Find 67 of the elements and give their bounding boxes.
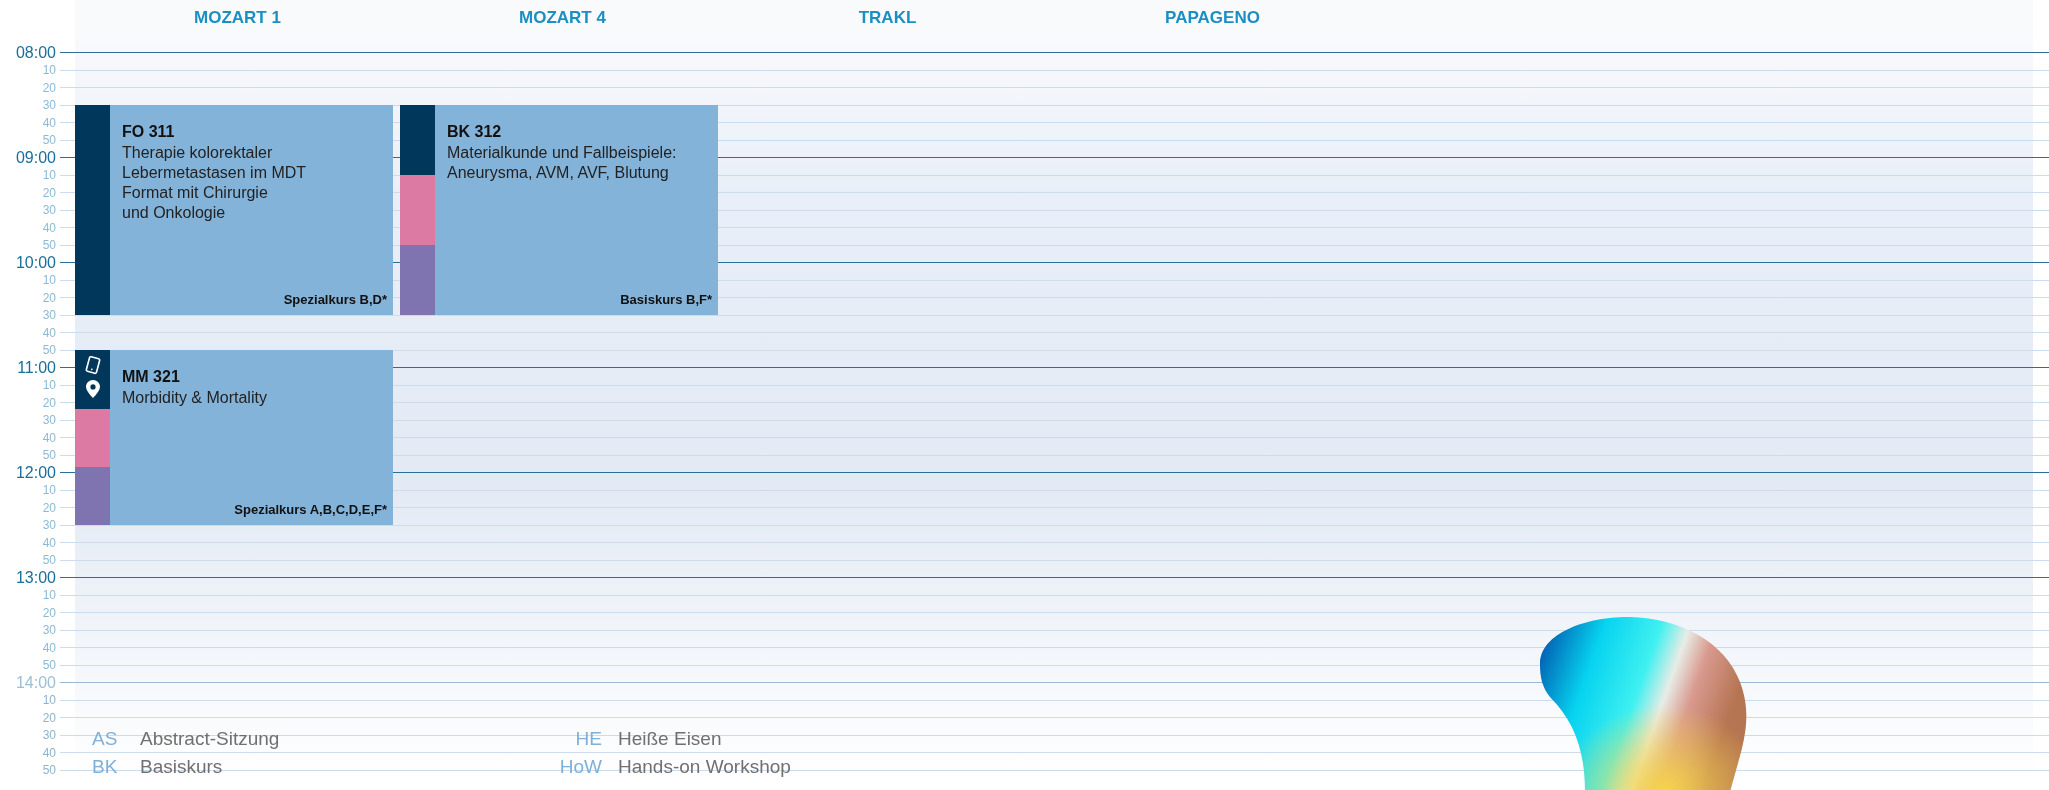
time-label: 50 xyxy=(41,659,57,672)
session-title: Therapie kolorektaler Lebermetastasen im MDT Format mit Chirurgie und Onkologie xyxy=(122,143,308,224)
time-label: 30 xyxy=(41,414,57,427)
room-heading: TRAKL xyxy=(857,7,918,29)
time-label: 30 xyxy=(41,204,57,217)
session-card[interactable]: FO 311 Therapie kolorektaler Lebermetastasen im MDT Format mit Chirurgie und Onkologie Spezialkurs B,D* xyxy=(75,105,393,316)
legend-label: Hands-on Workshop xyxy=(618,756,792,778)
room-heading: MOZART 1 xyxy=(193,7,282,29)
legend-label: Heiße Eisen xyxy=(618,728,723,750)
time-label: 30 xyxy=(41,309,57,322)
time-label: 30 xyxy=(41,519,57,532)
legend-abbreviation: HE xyxy=(574,728,603,750)
legend-abbreviation: HoW xyxy=(558,756,603,778)
time-label: 10 xyxy=(41,274,57,287)
time-label: 50 xyxy=(41,554,57,567)
time-label: 30 xyxy=(41,624,57,637)
session-code: FO 311 xyxy=(122,123,176,142)
time-label: 50 xyxy=(41,449,57,462)
session-card[interactable]: BK 312 Materialkunde und Fallbeispiele: Aneurysma, AVM, AVF, Blutung Basiskurs B,F* xyxy=(400,105,718,316)
time-label: 40 xyxy=(41,536,57,549)
room-heading: MOZART 4 xyxy=(518,7,607,29)
location-pin-icon xyxy=(85,380,100,399)
time-label: 11:00 xyxy=(16,359,57,376)
time-label: 14:00 xyxy=(14,674,57,691)
time-label: 20 xyxy=(41,81,57,94)
session-title: Materialkunde und Fallbeispiele: Aneurysma, AVM, AVF, Blutung xyxy=(447,143,678,184)
time-label: 10 xyxy=(41,694,57,707)
time-label: 10 xyxy=(41,169,57,182)
time-label: 40 xyxy=(41,431,57,444)
time-label: 20 xyxy=(41,711,57,724)
time-label: 40 xyxy=(41,641,57,654)
time-label: 20 xyxy=(41,291,57,304)
time-label: 40 xyxy=(41,326,57,339)
time-label: 10:00 xyxy=(14,254,57,271)
time-label: 10 xyxy=(41,64,57,77)
time-label: 12:00 xyxy=(14,464,57,481)
legend-abbreviation: AS xyxy=(92,728,119,750)
session-code: BK 312 xyxy=(447,123,503,142)
time-label: 10 xyxy=(41,379,57,392)
session-code: MM 321 xyxy=(122,368,181,387)
time-label: 10 xyxy=(41,484,57,497)
time-label: 30 xyxy=(41,729,57,742)
time-label: 20 xyxy=(41,186,57,199)
time-label: 09:00 xyxy=(14,149,57,166)
course-label: Basiskurs B,F* xyxy=(620,292,712,308)
time-label: 50 xyxy=(41,239,57,252)
time-label: 50 xyxy=(41,344,57,357)
time-label: 40 xyxy=(41,221,57,234)
session-title: Morbidity & Mortality xyxy=(122,388,268,409)
time-label: 10 xyxy=(41,589,57,602)
legend-label: Abstract-Sitzung xyxy=(140,728,281,750)
time-label: 13:00 xyxy=(14,569,57,586)
room-heading: PAPAGENO xyxy=(1164,7,1261,29)
time-label: 20 xyxy=(41,501,57,514)
time-label: 50 xyxy=(41,134,57,147)
legend-abbreviation: BK xyxy=(92,756,119,778)
session-card[interactable]: MM 321 Morbidity & Mortality Spezialkurs A,B,C,D,E,F* xyxy=(75,350,393,526)
time-label: 40 xyxy=(41,116,57,129)
course-label: Spezialkurs A,B,C,D,E,F* xyxy=(234,502,387,518)
time-label: 20 xyxy=(41,396,57,409)
time-label: 40 xyxy=(41,746,57,759)
time-label: 20 xyxy=(41,606,57,619)
course-label: Spezialkurs B,D* xyxy=(283,292,387,308)
legend-label: Basiskurs xyxy=(140,756,224,778)
time-label: 30 xyxy=(41,99,57,112)
time-label: 50 xyxy=(41,764,57,777)
time-label: 08:00 xyxy=(14,44,57,61)
